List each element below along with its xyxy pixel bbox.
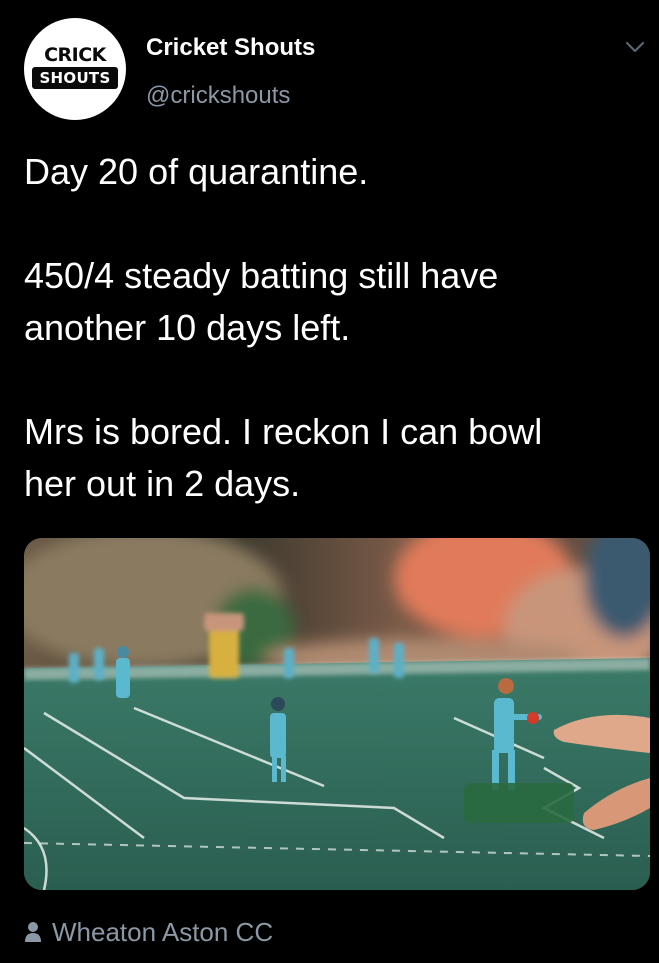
tweet-header: CRICK SHOUTS Cricket Shouts @crickshouts bbox=[0, 0, 659, 130]
person-icon bbox=[25, 922, 41, 942]
tweet-line: 450/4 steady batting still have bbox=[24, 255, 499, 296]
tweet-line: her out in 2 days. bbox=[24, 463, 301, 504]
tweet-text: Day 20 of quarantine. 450/4 steady batti… bbox=[24, 146, 639, 510]
tweet-line: another 10 days left. bbox=[24, 307, 351, 348]
avatar-logo-text-top: CRICK bbox=[44, 44, 106, 66]
avatar[interactable]: CRICK SHOUTS bbox=[24, 18, 126, 120]
avatar-logo-text-bottom: SHOUTS bbox=[32, 67, 118, 89]
handle[interactable]: @crickshouts bbox=[146, 82, 290, 110]
tweet-line: Day 20 of quarantine. bbox=[24, 151, 369, 192]
location-label: Wheaton Aston CC bbox=[52, 916, 274, 947]
table-cricket-photo bbox=[24, 538, 650, 890]
chevron-down-icon[interactable] bbox=[624, 36, 646, 58]
tweet-media[interactable] bbox=[24, 538, 650, 890]
location[interactable]: Wheaton Aston CC bbox=[24, 912, 273, 952]
tweet-line: Mrs is bored. I reckon I can bowl bbox=[24, 411, 543, 452]
display-name[interactable]: Cricket Shouts bbox=[146, 34, 315, 62]
